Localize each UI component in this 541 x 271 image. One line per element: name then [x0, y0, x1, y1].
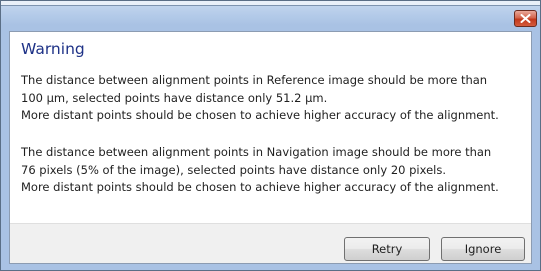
ignore-button[interactable]: Ignore — [441, 237, 525, 261]
message-line: More distant points should be chosen to … — [21, 180, 499, 194]
close-button[interactable] — [514, 10, 537, 27]
message-line: 100 µm, selected points have distance on… — [21, 90, 328, 105]
message-line: The distance between alignment points in… — [21, 73, 488, 87]
dialog-client-area: Warning The distance between alignment p… — [9, 31, 532, 264]
message-line: 76 pixels (5% of the image), selected po… — [21, 162, 446, 177]
dialog-button-bar: Retry Ignore — [10, 223, 531, 263]
window-top-edge — [1, 1, 540, 6]
dialog-content: Warning The distance between alignment p… — [10, 32, 531, 223]
message-line: The distance between alignment points in… — [21, 145, 492, 159]
reference-warning-message: The distance between alignment points in… — [21, 72, 499, 125]
warning-dialog-window: Warning The distance between alignment p… — [0, 0, 541, 271]
message-line: More distant points should be chosen to … — [21, 108, 499, 122]
retry-button[interactable]: Retry — [344, 237, 430, 261]
navigation-warning-message: The distance between alignment points in… — [21, 144, 499, 197]
dialog-heading: Warning — [21, 40, 85, 58]
close-icon — [520, 14, 531, 23]
